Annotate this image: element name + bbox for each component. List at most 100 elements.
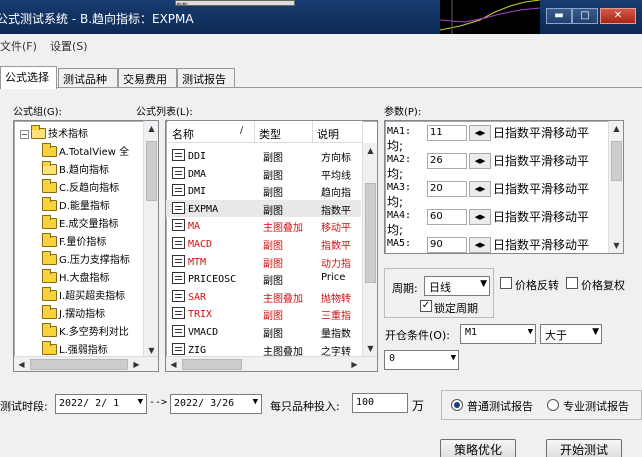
formula-icon (172, 289, 185, 302)
price-restore-checkbox[interactable] (566, 277, 578, 289)
formula-icon (172, 149, 185, 161)
start-test-button[interactable]: 开始测试 (546, 439, 622, 457)
scroll-thumb[interactable] (146, 141, 157, 201)
params-vertical-scrollbar[interactable]: ▲ ▼ (608, 121, 623, 253)
param-value-input[interactable]: 26 (427, 153, 467, 169)
list-horizontal-scrollbar[interactable]: ◀ ▶ (166, 356, 377, 371)
tab-test-report[interactable]: 测试报告 (177, 68, 235, 88)
minimize-button[interactable]: ▬ (546, 8, 572, 24)
price-reverse-checkbox[interactable] (500, 277, 512, 289)
tree-item-label: H.大盘指标 (59, 273, 110, 284)
table-row[interactable]: PRICEOSC 副图 Price (166, 270, 361, 287)
scroll-right-icon[interactable]: ▶ (347, 357, 362, 371)
table-row[interactable]: TRIX 副图 三重指 (166, 305, 361, 322)
normal-report-radio[interactable] (451, 399, 463, 411)
tree-item-label: B.趋向指标 (59, 165, 110, 176)
table-row[interactable]: MTM 副图 动力指 (166, 253, 361, 270)
formula-list-table[interactable]: 名称 / 类型 说明 DDI 副图 方向标 DMA 副图 平均线 DMI 副图 趋向指 EXPMA 副… (165, 120, 378, 372)
tab-trade-fees[interactable]: 交易费用 (118, 68, 177, 88)
column-header-name[interactable]: 名称 / (168, 121, 255, 143)
formula-group-tree[interactable]: − 技术指标 A.TotalView 全 B.趋向指标 C.反趋向指标 D.能量指标 E.… (13, 120, 159, 372)
param-row: MA5: 90 ◀▶ 日指数平滑移动平 (387, 236, 607, 253)
menu-file[interactable]: 文件(F) (0, 38, 37, 54)
table-row[interactable]: MACD 副图 指数平 (166, 235, 361, 252)
param-spinner[interactable]: ◀▶ (469, 237, 491, 253)
param-value-input[interactable]: 11 (427, 125, 467, 141)
table-row[interactable]: EXPMA 副图 指数平 (166, 199, 361, 217)
formula-icon (172, 184, 185, 197)
tree-item[interactable]: H.大盘指标 (42, 269, 110, 287)
tree-item[interactable]: F.量价指标 (42, 233, 106, 251)
formula-desc-cell: 抛物转 (321, 293, 351, 305)
list-vertical-scrollbar[interactable]: ▲ ▼ (362, 143, 377, 356)
tree-item[interactable]: D.能量指标 (42, 197, 110, 215)
formula-type-cell: 副图 (263, 311, 283, 323)
tree-item[interactable]: E.成交量指标 (42, 215, 119, 233)
end-date-picker[interactable]: 2022/ 3/26 ▼ (170, 394, 262, 414)
table-row[interactable]: DDI 副图 方向标 (166, 147, 361, 164)
window-title: 公式测试系统 - B.趋向指标：EXPMA (0, 12, 194, 26)
table-row[interactable]: SAR 主图叠加 抛物转 (166, 288, 361, 305)
tab-formula-select[interactable]: 公式选择 (0, 66, 57, 89)
strategy-optimize-button[interactable]: 策略优化 (440, 439, 516, 457)
open-condition-operator-select[interactable]: 大于 ▼ (540, 324, 602, 344)
maximize-button[interactable]: □ (572, 8, 598, 24)
table-row[interactable]: MA 主图叠加 移动平 (166, 217, 361, 234)
param-desc: 日指数平滑移动平 (493, 210, 590, 224)
scroll-thumb[interactable] (611, 141, 622, 181)
formula-desc-cell: 平均线 (321, 170, 351, 182)
column-header-type[interactable]: 类型 (255, 121, 313, 143)
param-spinner[interactable]: ◀▶ (469, 153, 491, 169)
tab-test-symbols[interactable]: 测试品种 (58, 68, 118, 88)
table-row[interactable]: DMA 副图 平均线 (166, 165, 361, 182)
tree-vertical-scrollbar[interactable]: ▲ ▼ (143, 121, 158, 358)
scroll-down-icon[interactable]: ▼ (363, 341, 377, 356)
tree-item[interactable]: G.压力支撑指标 (42, 251, 130, 269)
tree-item[interactable]: K.多空势利对比 (42, 323, 129, 341)
tree-item[interactable]: I.超买超卖指标 (42, 287, 125, 305)
scroll-left-icon[interactable]: ◀ (14, 357, 29, 371)
menu-settings[interactable]: 设置(S) (50, 38, 88, 54)
tree-item[interactable]: A.TotalView 全 (42, 143, 129, 161)
tree-item[interactable]: B.趋向指标 (42, 161, 109, 179)
scroll-up-icon[interactable]: ▲ (144, 121, 158, 136)
lock-period-checkbox[interactable]: ✓ (420, 300, 432, 312)
collapse-icon[interactable]: − (20, 130, 29, 139)
scroll-down-icon[interactable]: ▼ (609, 238, 623, 253)
invest-amount-input[interactable]: 100 (352, 393, 408, 413)
formula-name-cell: VMACD (172, 325, 256, 338)
param-value-input[interactable]: 60 (427, 209, 467, 225)
open-condition-indicator-select[interactable]: M1 ▼ (460, 324, 536, 344)
param-spinner[interactable]: ◀▶ (469, 181, 491, 197)
tree-item[interactable]: J.摆动指标 (42, 305, 105, 323)
formula-icon (172, 272, 185, 285)
param-value-input[interactable]: 90 (427, 237, 467, 253)
column-header-desc[interactable]: 说明 (313, 121, 363, 143)
open-condition-value-select[interactable]: 0 ▼ (384, 350, 459, 370)
table-row[interactable]: DMI 副图 趋向指 (166, 182, 361, 199)
param-value-input[interactable]: 20 (427, 181, 467, 197)
price-restore-label: 价格复权 (581, 279, 625, 292)
period-select[interactable]: 日线 ▼ (424, 276, 490, 296)
scroll-up-icon[interactable]: ▲ (609, 121, 623, 136)
scroll-up-icon[interactable]: ▲ (363, 143, 377, 158)
scroll-thumb[interactable] (365, 183, 376, 283)
table-row[interactable]: VMACD 副图 量指数 (166, 323, 361, 340)
tree-horizontal-scrollbar[interactable]: ◀ ▶ (14, 356, 158, 371)
scroll-left-icon[interactable]: ◀ (166, 357, 181, 371)
close-button[interactable]: ✕ (600, 8, 636, 24)
tree-label: 技术指标 (48, 129, 88, 140)
param-row: MA4: 60 ◀▶ 日指数平滑移动平 均; (387, 208, 607, 237)
param-spinner[interactable]: ◀▶ (469, 209, 491, 225)
formula-icon (172, 201, 185, 214)
pro-report-radio[interactable] (547, 399, 559, 411)
scroll-thumb[interactable] (182, 359, 242, 370)
scroll-right-icon[interactable]: ▶ (129, 357, 144, 371)
param-spinner[interactable]: ◀▶ (469, 125, 491, 141)
start-date-picker[interactable]: 2022/ 2/ 1 ▼ (55, 394, 147, 414)
tree-item[interactable]: C.反趋向指标 (42, 179, 119, 197)
tree-root-tech-indicators[interactable]: − 技术指标 (20, 125, 88, 143)
period-value: 日线 (429, 281, 451, 294)
formula-icon (172, 325, 185, 337)
scroll-thumb[interactable] (30, 359, 128, 370)
